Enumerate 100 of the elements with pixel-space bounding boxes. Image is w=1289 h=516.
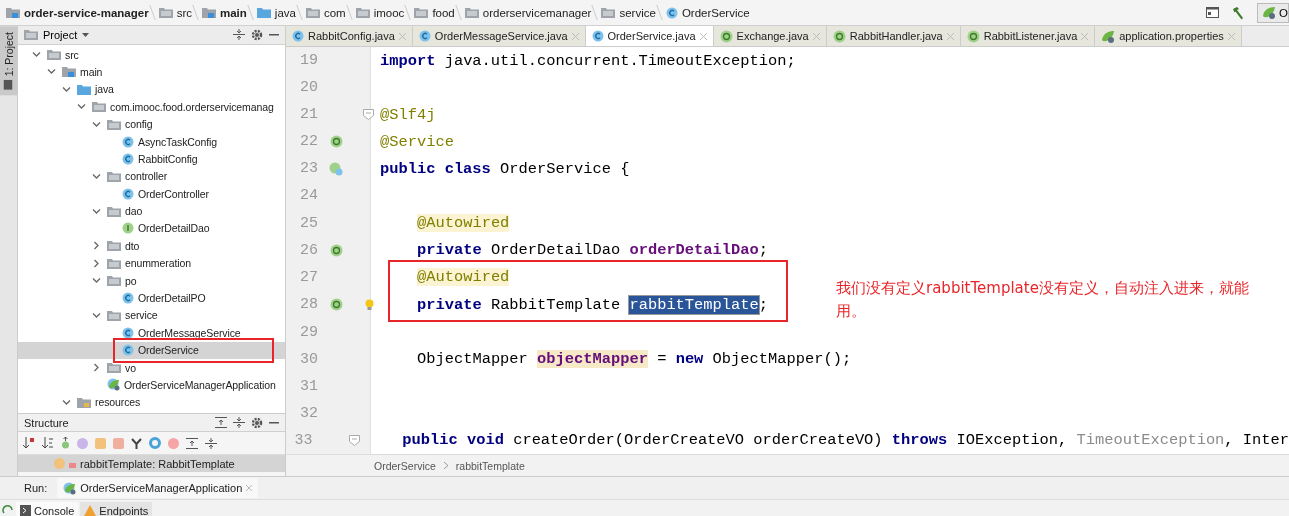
run-tab[interactable]: OrderServiceManagerApplication (57, 478, 259, 498)
console-icon (20, 505, 31, 516)
tree-item[interactable]: OrderServiceManagerApplication (18, 376, 285, 394)
line-number: 28 (299, 296, 318, 314)
hammer-icon[interactable] (1231, 5, 1246, 20)
tree-item-label: service (125, 309, 158, 322)
class-bean-icon (329, 161, 343, 176)
tree-item-label: java (95, 83, 114, 96)
tree-item[interactable]: vo (18, 358, 285, 377)
field-icon (54, 458, 65, 470)
class-icon (591, 30, 604, 42)
tree-item-label: resources (95, 396, 141, 409)
class-icon (122, 326, 134, 339)
editor-tab[interactable]: OrderService.java (585, 26, 714, 46)
tree-item[interactable]: dao (18, 202, 285, 220)
tree-item[interactable]: OrderController (18, 185, 285, 203)
settings-icon[interactable] (251, 416, 263, 429)
bean-icon (832, 29, 846, 43)
run-config-dropdown[interactable]: O (1257, 2, 1289, 23)
tree-item-label: OrderMessageService (138, 326, 241, 339)
line-number: 27 (299, 268, 318, 286)
fold-marker-icon[interactable] (362, 109, 374, 121)
rerun-icon[interactable] (2, 504, 14, 515)
bean-icon (966, 29, 980, 43)
structure-item[interactable]: rabbitTemplate: RabbitTemplate (18, 455, 285, 473)
editor-tab[interactable]: Exchange.java (713, 26, 827, 46)
expand-all-icon[interactable] (215, 417, 227, 429)
editor-tab[interactable]: RabbitConfig.java (286, 26, 413, 46)
tree-item-label: controller (125, 170, 168, 183)
tree-item[interactable]: po (18, 271, 285, 290)
tree-item-label: main (80, 65, 103, 78)
minimize-icon[interactable] (269, 421, 279, 424)
settings-icon[interactable] (251, 28, 263, 41)
collapse-all-icon[interactable] (205, 437, 217, 449)
tree-item[interactable]: controller (18, 167, 285, 185)
console-tab[interactable]: Endpoints (80, 502, 153, 516)
line-number: 31 (299, 377, 318, 395)
breadcrumb-item[interactable]: order-service-manager (4, 0, 157, 25)
code-line: private RabbitTemplate rabbitTemplate; (417, 295, 768, 314)
properties-file-icon (1101, 29, 1116, 43)
tree-item[interactable]: OrderDetailDao (18, 219, 285, 238)
tree-item[interactable]: RabbitConfig (18, 150, 285, 168)
tree-item[interactable]: main (18, 63, 285, 81)
tree-item[interactable]: resources (18, 393, 285, 412)
fields-filter-icon[interactable] (95, 437, 106, 449)
inherited-icon[interactable] (61, 437, 70, 450)
fork-icon[interactable] (131, 437, 142, 449)
console-tab[interactable]: Console (16, 502, 79, 516)
tree-item[interactable]: OrderDetailPO (18, 289, 285, 307)
expand-all-icon[interactable] (186, 437, 198, 449)
project-tool-tab[interactable]: 1: Project (0, 26, 17, 96)
collapse-all-icon[interactable] (233, 417, 245, 429)
tree-item[interactable]: config (18, 115, 285, 133)
spring-app-icon (63, 481, 77, 495)
editor-tab[interactable]: application.properties (1095, 26, 1242, 46)
layout-icon[interactable] (1206, 7, 1220, 18)
tree-item[interactable]: java (18, 80, 285, 99)
tree-item-label: OrderDetailDao (138, 222, 210, 235)
code-line: @Service (380, 132, 454, 151)
annotation-note: 我们没有定义rabbitTemplate没有定义，自动注入进来，就能用。 (836, 278, 1250, 322)
tree-item[interactable]: OrderMessageService (18, 324, 285, 342)
tree-item[interactable]: enummeration (18, 254, 285, 272)
properties-file-icon (1262, 6, 1277, 19)
line-number: 26 (299, 241, 318, 259)
line-number: 29 (299, 323, 318, 341)
tree-item[interactable]: dto (18, 237, 285, 255)
line-number: 33 (293, 431, 313, 449)
tree-item-label: dao (125, 205, 143, 218)
tree-item[interactable]: service (18, 306, 285, 325)
minimize-icon[interactable] (269, 33, 279, 36)
line-number: 22 (299, 133, 318, 151)
editor-tab[interactable]: RabbitListener.java (960, 26, 1096, 46)
line-number: 21 (299, 106, 318, 124)
editor-tab[interactable]: OrderMessageService.java (412, 26, 586, 46)
line-number: 30 (299, 350, 318, 368)
tree-item[interactable]: src (18, 45, 285, 64)
breadcrumb-item[interactable]: rabbitTemplate (455, 459, 525, 472)
tree-item[interactable]: com.imooc.food.orderservicemanag (18, 98, 285, 116)
sort-alphabetically-icon[interactable] (42, 437, 54, 450)
code-line: public void createOrder(OrderCreateVO orderCreateVO) throws IOException, TimeoutException, Inter (402, 431, 1289, 450)
module-folder-icon (62, 66, 76, 78)
tree-item-label: RabbitConfig (138, 152, 198, 165)
class-icon (418, 30, 431, 42)
collapse-all-icon[interactable] (233, 29, 245, 41)
breadcrumb-item[interactable]: OrderService (374, 459, 436, 472)
code-line: @Slf4j (380, 105, 436, 124)
fold-marker-icon[interactable] (349, 434, 361, 446)
tree-item[interactable]: AsyncTaskConfig (18, 132, 285, 151)
editor-tab[interactable]: RabbitHandler.java (826, 26, 961, 46)
dropdown-caret-icon (82, 32, 90, 37)
sort-icon[interactable] (23, 437, 35, 450)
lightbulb-icon[interactable] (364, 298, 374, 311)
bean-icon (329, 135, 343, 149)
tree-item-label: src (65, 48, 79, 61)
structure-panel-title: Structure (24, 416, 69, 429)
tree-item-label: OrderServiceManagerApplication (124, 379, 276, 391)
class-icon (122, 135, 134, 148)
project-view-dropdown[interactable]: Project (24, 28, 90, 41)
structure-item-label: rabbitTemplate: RabbitTemplate (80, 457, 235, 470)
anonymous-classes-icon[interactable] (149, 437, 161, 450)
